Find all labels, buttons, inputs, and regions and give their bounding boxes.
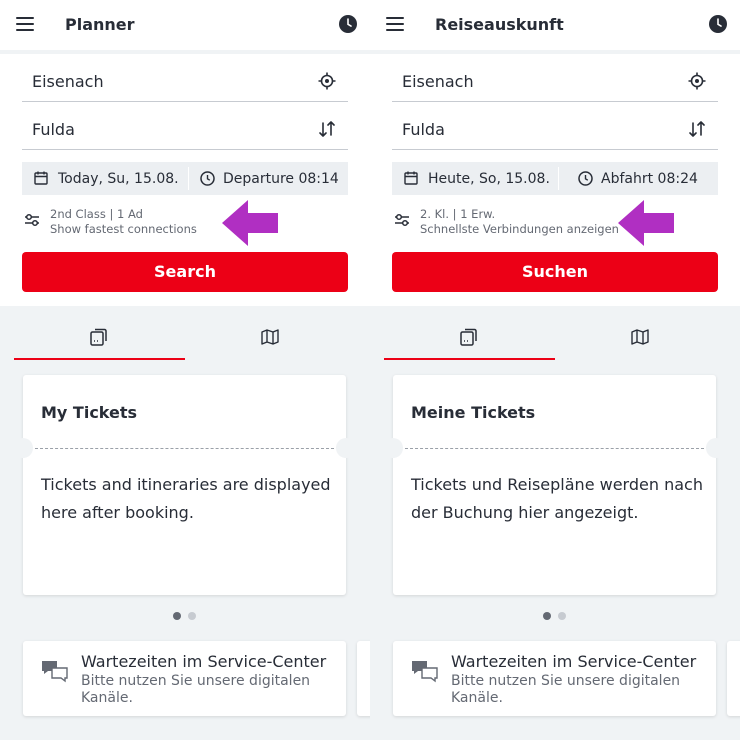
service-info-card[interactable]: Wartezeiten im Service-Center Bitte nutz…	[23, 641, 346, 716]
ticket-tab-icon	[90, 328, 107, 346]
carousel-pagination	[543, 612, 573, 620]
menu-icon[interactable]	[16, 17, 34, 31]
origin-field[interactable]: Eisenach	[22, 54, 348, 102]
calendar-icon	[34, 171, 48, 185]
ticket-tab-icon	[460, 328, 477, 346]
dashed-divider	[35, 448, 334, 449]
clock-icon	[200, 171, 215, 186]
info-body: Bitte nutzen Sie unsere digitalen Kanäle…	[451, 673, 681, 706]
card-notch	[383, 438, 403, 458]
tab-map[interactable]	[185, 318, 356, 360]
tab-map[interactable]	[555, 318, 726, 360]
clock-icon[interactable]	[709, 15, 727, 33]
origin-value: Eisenach	[32, 72, 104, 91]
date-time-bar: Today, Su, 15.08. Departure 08:14	[22, 162, 348, 195]
calendar-icon	[404, 171, 418, 185]
map-tab-icon	[631, 329, 649, 345]
info-body: Bitte nutzen Sie unsere digitalen Kanäle…	[81, 673, 311, 706]
app-title: Planner	[65, 15, 135, 34]
next-info-card[interactable]	[357, 641, 370, 716]
card-body-text: Tickets and itineraries are displayed he…	[41, 475, 331, 522]
destination-value: Fulda	[402, 120, 445, 139]
page-dot[interactable]	[558, 612, 566, 620]
search-button[interactable]: Search	[22, 252, 348, 292]
info-title: Wartezeiten im Service-Center	[451, 652, 697, 671]
destination-field[interactable]: Fulda	[22, 102, 348, 150]
travel-options[interactable]: 2nd Class | 1 Ad Show fastest connection…	[22, 204, 348, 238]
tab-tickets[interactable]	[14, 318, 185, 360]
fastest-connections-text: Schnellste Verbindungen anzeigen	[420, 222, 619, 236]
card-notch	[13, 438, 33, 458]
class-passengers-text: 2nd Class | 1 Ad	[50, 207, 143, 221]
origin-value: Eisenach	[402, 72, 474, 91]
page-dot-active[interactable]	[543, 612, 551, 620]
dashed-divider	[405, 448, 704, 449]
date-time-bar: Heute, So, 15.08. Abfahrt 08:24	[392, 162, 718, 195]
divider	[558, 167, 559, 190]
info-title: Wartezeiten im Service-Center	[81, 652, 327, 671]
page-dot-active[interactable]	[173, 612, 181, 620]
date-selector[interactable]: Today, Su, 15.08.	[58, 171, 179, 187]
origin-field[interactable]: Eisenach	[392, 54, 718, 102]
card-notch	[706, 438, 726, 458]
class-passengers-text: 2. Kl. | 1 Erw.	[420, 207, 496, 221]
clock-icon[interactable]	[339, 15, 357, 33]
planner-panel-english: Planner Eisenach Fulda Today, Su, 15.08.…	[0, 0, 370, 740]
tab-bar	[14, 318, 356, 360]
tab-bar	[384, 318, 726, 360]
chat-bubbles-icon	[412, 661, 438, 683]
date-selector[interactable]: Heute, So, 15.08.	[428, 171, 550, 187]
tickets-card[interactable]: Meine Tickets Tickets und Reisepläne wer…	[383, 375, 726, 595]
search-form: Eisenach Fulda Heute, So, 15.08. Abfahrt…	[370, 54, 740, 306]
search-button[interactable]: Suchen	[392, 252, 718, 292]
departure-time-selector[interactable]: Abfahrt 08:24	[601, 171, 698, 187]
highlight-arrow-icon	[618, 200, 674, 246]
fastest-connections-text: Show fastest connections	[50, 222, 197, 236]
chat-bubbles-icon	[42, 661, 68, 683]
swap-icon[interactable]	[318, 120, 336, 138]
card-title: My Tickets	[41, 403, 138, 422]
departure-time-selector[interactable]: Departure 08:14	[223, 171, 339, 187]
swap-icon[interactable]	[688, 120, 706, 138]
tickets-card[interactable]: My Tickets Tickets and itineraries are d…	[13, 375, 356, 595]
app-header: Reiseauskunft	[370, 0, 740, 50]
planner-panel-german: Reiseauskunft Eisenach Fulda Heute, So, …	[370, 0, 740, 740]
search-form: Eisenach Fulda Today, Su, 15.08. Departu…	[0, 54, 370, 306]
page-dot[interactable]	[188, 612, 196, 620]
card-body-text: Tickets und Reisepläne werden nach der B…	[411, 475, 703, 522]
location-target-icon[interactable]	[688, 72, 706, 90]
card-notch	[336, 438, 356, 458]
menu-icon[interactable]	[386, 17, 404, 31]
highlight-arrow-icon	[222, 200, 278, 246]
divider	[188, 167, 189, 190]
app-title: Reiseauskunft	[435, 15, 564, 34]
map-tab-icon	[261, 329, 279, 345]
tab-tickets[interactable]	[384, 318, 555, 360]
service-info-card[interactable]: Wartezeiten im Service-Center Bitte nutz…	[393, 641, 716, 716]
filter-sliders-icon	[25, 213, 39, 227]
destination-field[interactable]: Fulda	[392, 102, 718, 150]
carousel-pagination	[173, 612, 203, 620]
destination-value: Fulda	[32, 120, 75, 139]
card-title: Meine Tickets	[411, 403, 536, 422]
app-header: Planner	[0, 0, 370, 50]
location-target-icon[interactable]	[318, 72, 336, 90]
next-info-card[interactable]	[727, 641, 740, 716]
clock-icon	[578, 171, 593, 186]
filter-sliders-icon	[395, 213, 409, 227]
